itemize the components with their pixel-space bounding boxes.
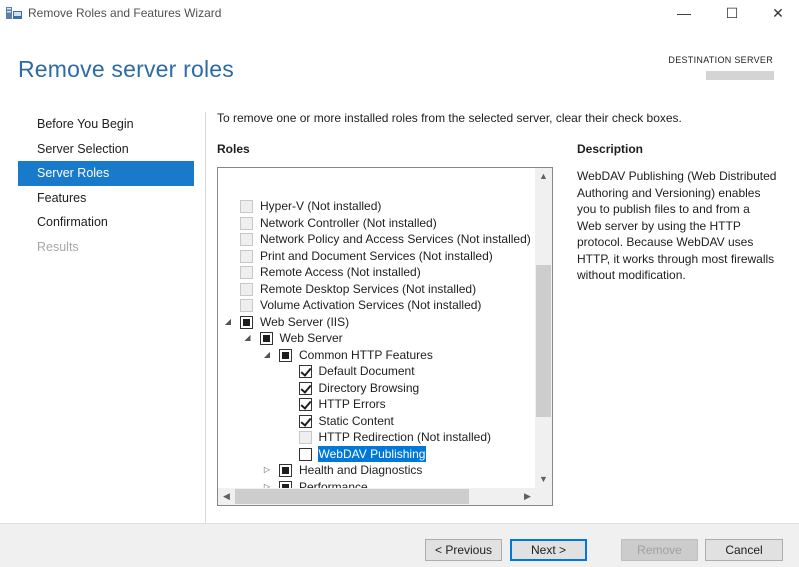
role-checkbox [240, 299, 253, 312]
cancel-button[interactable]: Cancel [705, 539, 783, 561]
vertical-scrollbar[interactable]: ▲ ▼ [535, 168, 552, 488]
role-label[interactable]: Health and Diagnostics [298, 462, 423, 478]
title-bar: Remove Roles and Features Wizard — ☐ ✕ [0, 0, 799, 28]
destination-server-label: DESTINATION SERVER [668, 55, 773, 65]
scroll-up-icon[interactable]: ▲ [535, 168, 552, 185]
tree-item[interactable]: HTTP Errors [218, 396, 534, 413]
horizontal-scroll-thumb[interactable] [235, 489, 469, 504]
tree-item[interactable]: HTTP Redirection (Not installed) [218, 429, 534, 446]
role-label[interactable]: WebDAV Publishing [317, 445, 427, 462]
tree-item[interactable]: Hyper-V (Not installed) [218, 198, 534, 215]
role-label[interactable]: Volume Activation Services (Not installe… [259, 297, 482, 313]
role-checkbox[interactable] [279, 348, 292, 362]
page-title: Remove server roles [18, 56, 234, 82]
tree-item[interactable]: Network Controller (Not installed) [218, 215, 534, 232]
destination-server-value-redacted [706, 71, 774, 80]
server-manager-app-icon [6, 7, 22, 19]
tree-item[interactable]: Default Document [218, 363, 534, 380]
description-heading: Description [577, 142, 644, 156]
tree-item[interactable]: Remote Access (Not installed) [218, 264, 534, 281]
roles-tree[interactable]: Hyper-V (Not installed) Network Controlle… [217, 167, 553, 506]
intro-text: To remove one or more installed roles fr… [217, 111, 682, 125]
role-label[interactable]: HTTP Errors [318, 396, 387, 412]
role-checkbox[interactable] [298, 365, 312, 378]
nav-item-before-you-begin[interactable]: Before You Begin [18, 112, 194, 137]
tree-item[interactable]: ◢ Web Server (IIS) [218, 314, 534, 331]
role-checkbox[interactable] [298, 447, 312, 461]
role-checkbox [240, 200, 253, 213]
nav-item-results: Results [37, 239, 79, 254]
tree-item[interactable]: Print and Document Services (Not install… [218, 248, 534, 265]
expand-arrow-icon[interactable]: ▷ [262, 462, 272, 478]
role-checkbox[interactable] [298, 381, 312, 395]
nav-item-server-roles[interactable]: Server Roles [18, 161, 194, 186]
maximize-button[interactable]: ☐ [709, 0, 755, 28]
role-label[interactable]: Hyper-V (Not installed) [259, 198, 382, 214]
role-checkbox [240, 282, 253, 296]
close-button[interactable]: ✕ [755, 0, 799, 28]
role-checkbox[interactable] [279, 464, 292, 477]
description-text: WebDAV Publishing (Web Distributed Autho… [577, 169, 777, 282]
role-label[interactable]: Web Server (IIS) [259, 314, 350, 330]
tree-item[interactable]: ◢ Common HTTP Features [218, 347, 534, 364]
tree-item[interactable]: Remote Desktop Services (Not installed) [218, 281, 534, 298]
scroll-down-icon[interactable]: ▼ [535, 471, 552, 488]
tree-item[interactable]: ▷ Health and Diagnostics [218, 462, 534, 479]
role-checkbox [240, 249, 253, 263]
footer-separator [0, 523, 799, 524]
tree-item[interactable]: ◢ Web Server [218, 330, 534, 347]
nav-divider [205, 112, 206, 523]
next-button[interactable]: Next > [510, 539, 587, 561]
tree-item[interactable]: WebDAV Publishing [218, 445, 534, 463]
role-checkbox[interactable] [298, 398, 312, 411]
collapse-arrow-icon[interactable]: ◢ [243, 330, 253, 346]
tree-item[interactable]: Volume Activation Services (Not installe… [218, 297, 534, 314]
role-label[interactable]: Web Server [279, 330, 344, 346]
role-checkbox[interactable] [259, 332, 273, 345]
previous-button[interactable]: < Previous [425, 539, 502, 561]
role-checkbox [298, 431, 312, 444]
role-checkbox [240, 216, 253, 230]
horizontal-scrollbar[interactable]: ◀ ▶ [218, 488, 536, 505]
role-label[interactable]: HTTP Redirection (Not installed) [318, 429, 493, 445]
role-label[interactable]: Remote Access (Not installed) [259, 264, 422, 280]
nav-item-server-selection[interactable]: Server Selection [18, 137, 194, 162]
role-checkbox[interactable] [240, 315, 253, 329]
scrollbar-corner [535, 488, 552, 505]
nav-item-features[interactable]: Features [18, 186, 194, 211]
nav-item-confirmation[interactable]: Confirmation [18, 210, 194, 235]
role-label[interactable]: Default Document [318, 363, 416, 379]
role-label[interactable]: Static Content [318, 413, 395, 429]
role-checkbox [240, 233, 253, 246]
collapse-arrow-icon[interactable]: ◢ [262, 347, 272, 363]
tree-item[interactable]: Network Policy and Access Services (Not … [218, 231, 534, 248]
collapse-arrow-icon[interactable]: ◢ [223, 314, 233, 330]
role-label[interactable]: Network Controller (Not installed) [259, 215, 438, 231]
vertical-scroll-thumb[interactable] [536, 265, 551, 417]
role-label[interactable]: Print and Document Services (Not install… [259, 248, 494, 264]
roles-heading: Roles [217, 142, 250, 156]
wizard-navigation: Before You Begin Server Selection Server R… [18, 112, 194, 259]
tree-item[interactable]: Static Content [218, 413, 534, 430]
scroll-left-icon[interactable]: ◀ [218, 488, 235, 505]
role-label[interactable]: Remote Desktop Services (Not installed) [259, 281, 477, 297]
minimize-button[interactable]: — [661, 0, 707, 28]
remove-button[interactable]: Remove [621, 539, 698, 561]
role-checkbox[interactable] [298, 414, 312, 428]
role-checkbox [240, 266, 253, 279]
tree-item[interactable]: Directory Browsing [218, 380, 534, 397]
role-label[interactable]: Network Policy and Access Services (Not … [259, 231, 532, 247]
window-title: Remove Roles and Features Wizard [28, 6, 222, 20]
role-label[interactable]: Common HTTP Features [298, 347, 434, 363]
scroll-right-icon[interactable]: ▶ [519, 488, 536, 505]
role-label[interactable]: Directory Browsing [318, 380, 421, 396]
wizard-body: Remove server roles DESTINATION SERVER B… [0, 28, 799, 523]
